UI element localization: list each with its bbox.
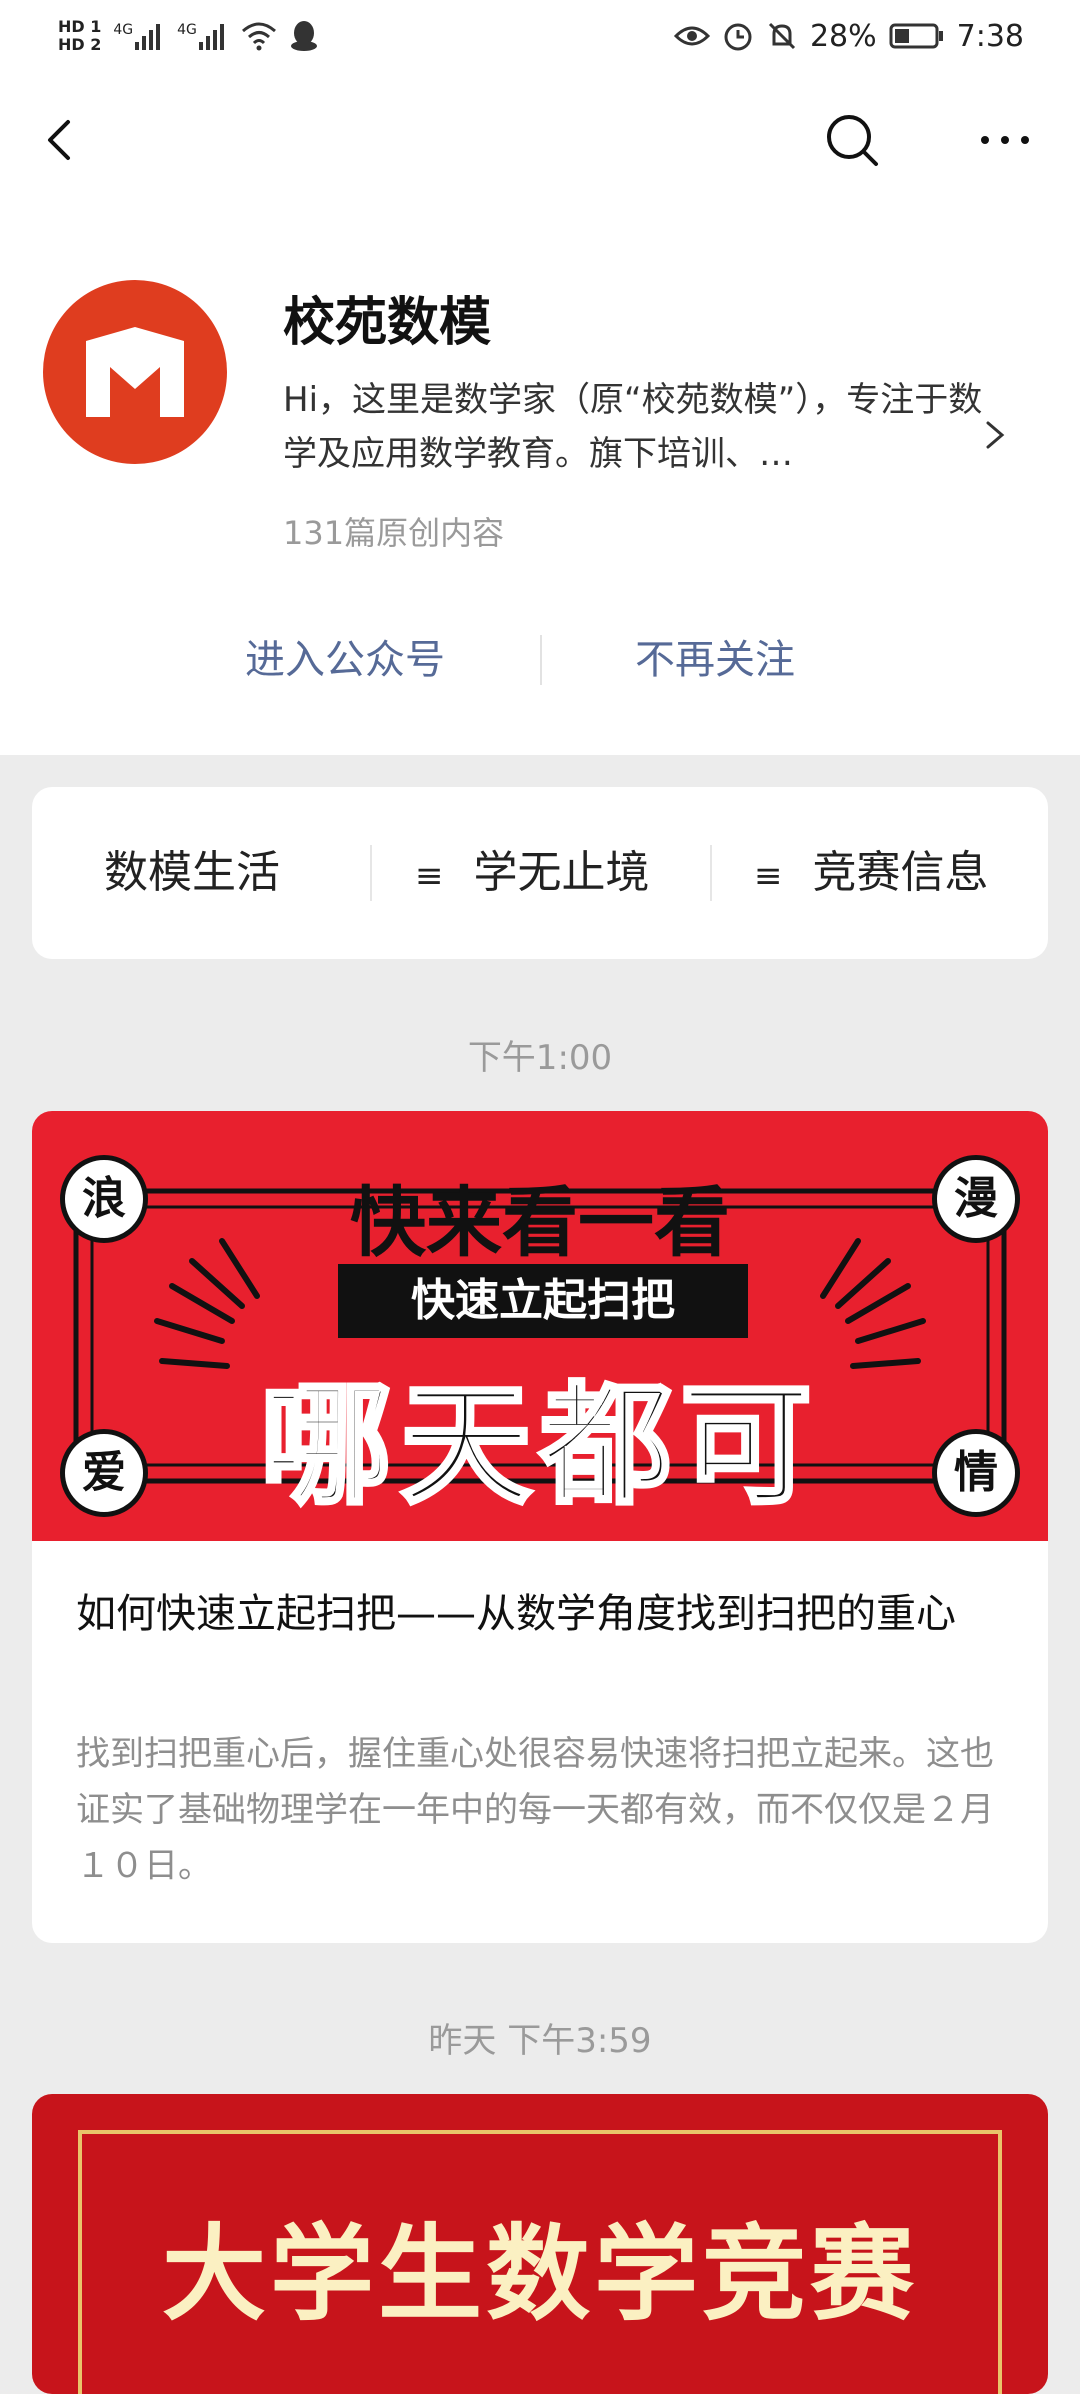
- avatar[interactable]: [43, 280, 227, 464]
- post-timestamp: 下午1:00: [467, 1038, 613, 1078]
- signal2-label: 4G: [177, 22, 197, 38]
- chevron-right-icon[interactable]: [980, 415, 1010, 455]
- signal-icon: 4G: [113, 22, 165, 50]
- clock: 7:38: [956, 18, 1024, 54]
- menu-list-icon: ≡: [754, 856, 783, 896]
- menu-item-label: 学无止境: [473, 847, 650, 898]
- account-description[interactable]: Hi，这里是数学家（原“校苑数模”），专注于数学及应用数学教育。旗下培训、…: [283, 373, 983, 481]
- search-icon[interactable]: [822, 110, 882, 170]
- hd1-badge: HD 1: [58, 17, 102, 36]
- article-card[interactable]: 快来看一看 快速立起扫把 哪天都可 浪 漫 爱 情 如何快速立起扫把——从数学角…: [32, 1111, 1048, 1943]
- banner-corner-badge: 情: [932, 1429, 1020, 1517]
- hd2-badge: HD 2: [58, 35, 102, 54]
- status-bar-left: HD 1 HD 2 4G 4G: [58, 18, 319, 54]
- menu-item-label: 竞赛信息: [812, 847, 989, 898]
- banner-headline: 快来看一看: [350, 1178, 730, 1267]
- hd-badges: HD 1 HD 2: [58, 18, 101, 54]
- signal-icon: 4G: [177, 22, 229, 50]
- account-name: 校苑数模: [283, 293, 492, 353]
- banner-corner-badge: 爱: [60, 1429, 148, 1517]
- article-title[interactable]: 如何快速立起扫把——从数学角度找到扫把的重心: [76, 1581, 1016, 1647]
- banner-subline: 快速立起扫把: [338, 1264, 748, 1338]
- article-summary: 找到扫把重心后，握住重心处很容易快速将扫把立起来。这也证实了基础物理学在一年中的…: [76, 1734, 994, 1886]
- mute-bell-icon: [768, 22, 795, 50]
- enter-account-button[interactable]: 进入公众号: [200, 615, 490, 705]
- qq-icon: [290, 21, 317, 51]
- divider: [710, 845, 712, 901]
- banner-corner-badge: 漫: [932, 1155, 1020, 1243]
- alarm-icon: [724, 23, 752, 51]
- divider: [540, 635, 542, 685]
- article-card[interactable]: 大学生数学竞赛: [32, 2094, 1048, 2394]
- article-banner[interactable]: 大学生数学竞赛: [32, 2094, 1048, 2394]
- logo-m-icon: [86, 327, 184, 417]
- top-nav-bar: [0, 72, 1080, 210]
- divider: [370, 845, 372, 901]
- banner-corner-badge: 浪: [60, 1155, 148, 1243]
- battery-percent: 28%: [809, 18, 877, 54]
- status-bar-right: 28% 7:38: [673, 18, 1024, 54]
- banner-big-text: 哪天都可: [258, 1367, 820, 1525]
- menu-item-label: 数模生活: [104, 847, 280, 898]
- account-profile: 校苑数模 Hi，这里是数学家（原“校苑数模”），专注于数学及应用数学教育。旗下培…: [0, 210, 1080, 755]
- account-actions: 进入公众号 不再关注: [0, 615, 1080, 705]
- banner-big-text: 大学生数学竞赛: [161, 2213, 918, 2335]
- article-banner[interactable]: 快来看一看 快速立起扫把 哪天都可 浪 漫 爱 情: [32, 1111, 1048, 1541]
- account-menu: 数模生活 ≡ 学无止境 ≡ 竞赛信息: [32, 787, 1048, 959]
- menu-item-shumo-shenghuo[interactable]: 数模生活: [104, 787, 280, 959]
- eye-icon: [673, 26, 710, 46]
- original-count: 131篇原创内容: [283, 514, 505, 552]
- menu-item-xuewuzhijing[interactable]: ≡ 学无止境: [415, 787, 650, 959]
- wifi-icon: [241, 22, 276, 51]
- signal1-label: 4G: [113, 22, 134, 38]
- battery-icon: [889, 23, 943, 49]
- menu-list-icon: ≡: [415, 856, 444, 896]
- back-arrow-icon[interactable]: [32, 110, 92, 170]
- unfollow-button[interactable]: 不再关注: [585, 615, 845, 705]
- post-timestamp: 昨天 下午3:59: [428, 2021, 652, 2061]
- status-bar: HD 1 HD 2 4G 4G 28% 7:38: [0, 0, 1080, 72]
- more-icon[interactable]: [975, 110, 1035, 170]
- menu-item-jingsai-xinxi[interactable]: ≡ 竞赛信息: [754, 787, 989, 959]
